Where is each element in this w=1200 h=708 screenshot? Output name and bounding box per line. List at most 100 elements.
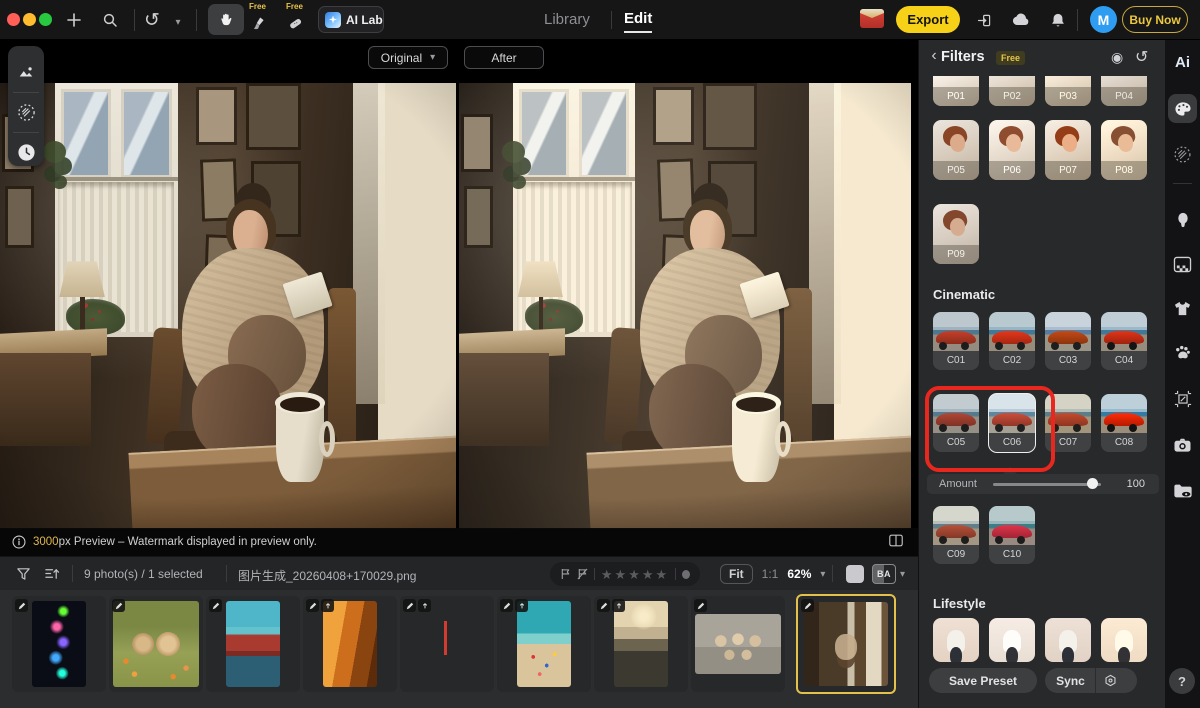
preset-p03[interactable]: P03 — [1045, 76, 1091, 106]
add-button[interactable] — [62, 8, 86, 32]
preset-c01[interactable]: C01 — [933, 312, 979, 370]
undo-history-chevron-icon[interactable]: ▾ — [166, 10, 190, 34]
filters-rail-button-active[interactable] — [1168, 94, 1197, 123]
amount-slider-track[interactable] — [993, 483, 1101, 486]
preset-c02[interactable]: C02 — [989, 312, 1035, 370]
ai-lab-button[interactable]: AI Lab — [318, 6, 384, 33]
crop-edit-rail-icon[interactable] — [1172, 388, 1193, 409]
split-view-icon[interactable] — [888, 533, 904, 548]
texture-grain-icon[interactable] — [16, 102, 36, 122]
preset-p04[interactable]: P04 — [1101, 76, 1147, 106]
after-view-button[interactable]: After — [464, 46, 544, 69]
sweep-tool-icon[interactable] — [246, 11, 270, 35]
preset-label: C02 — [989, 351, 1035, 370]
zoom-percent[interactable]: 62% — [787, 567, 811, 581]
avatar[interactable]: M — [1090, 6, 1117, 33]
photo-after[interactable] — [459, 83, 911, 529]
search-icon[interactable] — [98, 8, 122, 32]
history-clock-icon[interactable] — [16, 142, 36, 162]
before-after-toggle[interactable]: BA — [872, 564, 896, 584]
reset-filters-icon[interactable]: ↺ — [1135, 47, 1148, 67]
tab-edit[interactable]: Edit — [624, 10, 652, 27]
preset-p01[interactable]: P01 — [933, 76, 979, 106]
free-badge: Free — [996, 51, 1025, 65]
chevron-down-icon[interactable]: ▾ — [820, 569, 825, 580]
preset-lifestyle-3[interactable] — [1045, 618, 1091, 662]
palette-icon — [1174, 101, 1192, 117]
preset-p08[interactable]: P08 — [1101, 120, 1147, 180]
preset-c03[interactable]: C03 — [1045, 312, 1091, 370]
promo-envelope-icon[interactable] — [860, 9, 884, 28]
clothes-rail-icon[interactable] — [1172, 298, 1193, 319]
collapse-filmstrip-chevron-icon[interactable]: ▾ — [900, 569, 905, 580]
one-to-one-button[interactable]: 1:1 — [762, 567, 779, 581]
flag-pick-icon[interactable] — [560, 568, 571, 580]
help-button[interactable]: ? — [1169, 668, 1195, 694]
filter-funnel-icon[interactable] — [16, 566, 31, 581]
minimize-window-button[interactable] — [23, 13, 36, 26]
thumbnail-tokyo-tower[interactable] — [400, 596, 494, 692]
export-button[interactable]: Export — [896, 6, 960, 33]
share-export-icon[interactable] — [972, 8, 996, 32]
flag-reject-icon[interactable] — [577, 568, 588, 580]
image-adjust-icon[interactable] — [16, 62, 36, 82]
compare-preview-icon[interactable]: ◉ — [1111, 49, 1123, 66]
portrait-rail-icon[interactable] — [1172, 210, 1193, 231]
amount-slider-knob[interactable] — [1087, 478, 1098, 489]
thumbnail-puppies[interactable] — [109, 596, 203, 692]
sort-icon[interactable] — [44, 566, 60, 581]
thumbnail-coast-rock[interactable] — [594, 596, 688, 692]
pet-rail-icon[interactable] — [1172, 342, 1193, 363]
color-label-icon[interactable] — [682, 570, 690, 579]
sync-settings-icon[interactable] — [1096, 674, 1126, 687]
background-swatch-button[interactable] — [846, 565, 864, 583]
preset-p05[interactable]: P05 — [933, 120, 979, 180]
after-label: After — [491, 51, 516, 65]
background-rail-icon[interactable] — [1172, 254, 1193, 275]
hand-tool-button[interactable] — [208, 4, 244, 35]
star-rating[interactable]: ★★★★★ — [601, 568, 669, 581]
save-preset-button[interactable]: Save Preset — [929, 668, 1037, 693]
preset-c10[interactable]: C10 — [989, 506, 1035, 564]
thumbnail-orange-alley[interactable] — [303, 596, 397, 692]
cloud-sync-icon[interactable] — [1009, 8, 1033, 32]
folder-review-rail-icon[interactable] — [1172, 480, 1193, 501]
camera-rail-icon[interactable] — [1172, 434, 1193, 455]
filters-panel-header: ‹ Filters Free ◉ ↺ — [919, 40, 1165, 74]
preset-c08[interactable]: C08 — [1101, 394, 1147, 452]
preset-label: C04 — [1101, 351, 1147, 370]
texture-rail-icon[interactable] — [1172, 144, 1193, 165]
thumbnail-beach-crowd[interactable] — [497, 596, 591, 692]
preset-lifestyle-4[interactable] — [1101, 618, 1147, 662]
patch-tool-icon[interactable] — [283, 11, 307, 35]
close-window-button[interactable] — [7, 13, 20, 26]
tab-library[interactable]: Library — [544, 11, 590, 28]
thumbnail-neon-spiral[interactable] — [12, 596, 106, 692]
thumbnail-red-building[interactable] — [206, 596, 300, 692]
preset-c09[interactable]: C09 — [933, 506, 979, 564]
notifications-bell-icon[interactable] — [1046, 8, 1070, 32]
thumbnail-family[interactable] — [691, 596, 785, 692]
preset-lifestyle-2[interactable] — [989, 618, 1035, 662]
preset-p09[interactable]: P09 — [933, 204, 979, 264]
preset-c05[interactable]: C05 — [933, 394, 979, 452]
thumbnail-current-selected[interactable] — [796, 594, 896, 694]
preset-c07[interactable]: C07 — [1045, 394, 1091, 452]
fit-button[interactable]: Fit — [720, 564, 753, 584]
buy-now-button[interactable]: Buy Now — [1122, 6, 1188, 33]
original-view-dropdown[interactable]: Original ▾ — [368, 46, 448, 69]
preset-label: P02 — [989, 87, 1035, 106]
back-chevron-icon[interactable]: ‹ — [927, 47, 941, 65]
preset-p02[interactable]: P02 — [989, 76, 1035, 106]
preset-lifestyle-1[interactable] — [933, 618, 979, 662]
preset-p07[interactable]: P07 — [1045, 120, 1091, 180]
preset-p06[interactable]: P06 — [989, 120, 1035, 180]
zoom-window-button[interactable] — [39, 13, 52, 26]
photo-before[interactable] — [0, 83, 456, 529]
sync-button[interactable]: Sync — [1045, 668, 1137, 693]
preset-c06-selected[interactable]: C06 — [989, 394, 1035, 452]
current-filename: 图片生成_20260408+170029.png — [238, 567, 416, 584]
undo-icon[interactable]: ↺ — [140, 8, 164, 32]
filters-panel-title: Filters — [941, 49, 985, 65]
preset-c04[interactable]: C04 — [1101, 312, 1147, 370]
